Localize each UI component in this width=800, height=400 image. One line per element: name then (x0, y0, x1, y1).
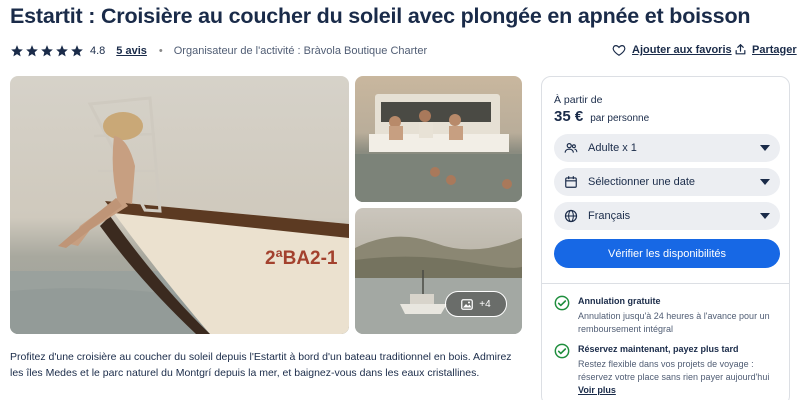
boat-bow-illustration: 2ªBA2-1 (10, 96, 349, 334)
participants-value: Adulte x 1 (588, 142, 637, 154)
image-icon (461, 298, 474, 310)
star-icon (41, 45, 53, 57)
feature-text: Restez flexible dans vos projets de voya… (578, 359, 770, 382)
chevron-down-icon (760, 145, 770, 151)
language-select[interactable]: Français (554, 202, 780, 230)
price-from-label: À partir de (554, 94, 603, 106)
booking-panel: À partir de 35 € par personne Adulte x 1… (541, 76, 790, 400)
activity-description: Profitez d'une croisière au coucher du s… (10, 351, 512, 379)
page-title: Estartit : Croisière au coucher du solei… (10, 4, 751, 28)
more-photos-count: +4 (479, 298, 491, 310)
star-icon (71, 45, 83, 57)
feature-title: Annulation gratuite (578, 296, 661, 306)
share-icon (735, 44, 746, 55)
more-photos-button[interactable]: +4 (445, 291, 507, 317)
boat-number: 2ªBA2-1 (265, 248, 338, 269)
activity-meta: 4.8 5 avis • Organisateur de l'activité … (10, 42, 427, 60)
star-icon (26, 45, 38, 57)
rating-stars (10, 44, 84, 58)
separator-dot: • (158, 45, 163, 57)
date-select[interactable]: Sélectionner une date (554, 168, 780, 196)
feature-title: Réservez maintenant, payez plus tard (578, 344, 739, 354)
panel-divider (542, 283, 789, 284)
participants-select[interactable]: Adulte x 1 (554, 134, 780, 162)
reviews-link[interactable]: 5 avis (116, 45, 147, 57)
boat-deck-illustration (355, 94, 522, 202)
share-button[interactable]: Partager (734, 43, 797, 56)
check-availability-button[interactable]: Vérifier les disponibilités (554, 239, 780, 268)
favorites-label: Ajouter aux favoris (632, 44, 732, 56)
date-value: Sélectionner une date (588, 176, 696, 188)
heart-icon (612, 45, 626, 56)
globe-icon (564, 209, 578, 223)
organizer-text: Organisateur de l'activité : Bràvola Bou… (173, 45, 428, 57)
boat-deck-photo[interactable] (355, 76, 522, 202)
star-icon (11, 45, 23, 57)
rating-value: 4.8 (90, 45, 106, 57)
check-circle-icon (554, 343, 570, 359)
see-more-link[interactable]: Voir plus (578, 385, 780, 395)
language-value: Français (588, 210, 631, 222)
add-to-favorites-button[interactable]: Ajouter aux favoris (612, 43, 732, 57)
main-photo[interactable]: 2ªBA2-1 (10, 76, 349, 334)
price-value: 35 € (554, 108, 584, 125)
feature-text: Annulation jusqu'à 24 heures à l'avance … (578, 311, 770, 334)
share-label: Partager (752, 43, 797, 56)
check-circle-icon (554, 295, 570, 311)
chevron-down-icon (760, 179, 770, 185)
chevron-down-icon (760, 213, 770, 219)
reserve-now-pay-later-feature: Réservez maintenant, payez plus tard Res… (554, 343, 780, 395)
price-block: 35 € par personne (554, 108, 649, 125)
price-unit: par personne (590, 113, 650, 124)
free-cancellation-feature: Annulation gratuite Annulation jusqu'à 2… (554, 295, 780, 336)
people-icon (564, 143, 578, 153)
star-icon (56, 45, 68, 57)
calendar-icon (565, 176, 577, 188)
